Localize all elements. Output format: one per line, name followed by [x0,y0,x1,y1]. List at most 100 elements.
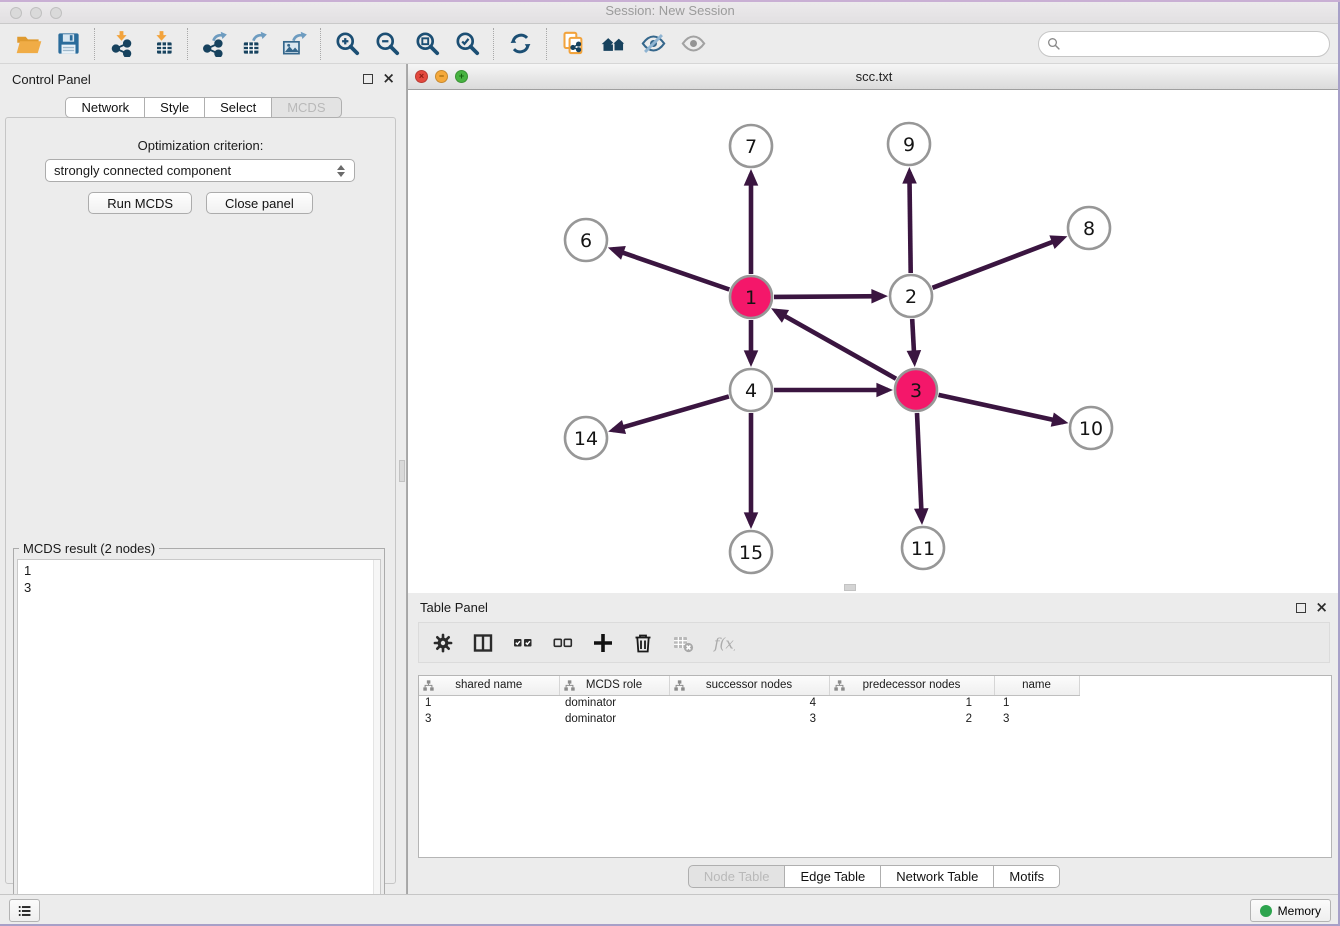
edge-1-6[interactable] [613,249,730,289]
refresh-view-button[interactable] [500,27,540,61]
column-header-shared-name[interactable]: shared name [419,676,559,695]
column-header-MCDS-role[interactable]: MCDS role [559,676,669,695]
graph-node-11[interactable]: 11 [902,527,944,569]
graph-node-2[interactable]: 2 [890,275,932,317]
criterion-dropdown[interactable]: strongly connected component [45,159,355,182]
close-table-panel-icon[interactable]: ⨯ [1315,603,1328,613]
import-table-icon [148,30,175,57]
export-image-button[interactable] [274,27,314,61]
criterion-dropdown-value: strongly connected component [54,163,335,178]
edge-2-3[interactable] [912,319,914,362]
tab-network-table[interactable]: Network Table [881,865,994,888]
table-cell[interactable]: 2 [829,711,994,727]
import-network-button[interactable] [101,27,141,61]
graph-node-1[interactable]: 1 [730,276,772,318]
table-cell[interactable]: 1 [419,695,559,711]
tab-edge-table[interactable]: Edge Table [785,865,881,888]
graph-node-10[interactable]: 10 [1070,407,1112,449]
clone-network-icon [560,30,587,57]
zoom-in-button[interactable] [327,27,367,61]
mcds-result-box[interactable]: 1 3 [17,559,381,925]
memory-button[interactable]: Memory [1250,899,1331,922]
column-type-icon [423,680,434,691]
close-panel-icon[interactable]: ⨯ [382,74,395,84]
panel-splitter[interactable] [400,64,407,894]
delete-columns-button[interactable] [625,626,661,660]
import-table-button[interactable] [141,27,181,61]
network-canvas[interactable]: 7 9 6 8 1 2 4 3 14 10 15 11 [408,90,1340,592]
show-columns-button[interactable] [465,626,501,660]
graph-node-15[interactable]: 15 [730,531,772,573]
export-network-button[interactable] [194,27,234,61]
column-header-predecessor-nodes[interactable]: predecessor nodes [829,676,994,695]
control-panel: Control Panel ⨯ NetworkStyleSelectMCDS O… [0,64,407,894]
table-cell[interactable]: 1 [829,695,994,711]
list-icon [16,902,33,920]
show-all-button[interactable]: > [673,27,713,61]
edge-3-11[interactable] [917,413,922,520]
edge-1-2[interactable] [774,296,883,297]
edge-3-1[interactable] [775,311,896,379]
home-button[interactable] [593,27,633,61]
table-cell[interactable]: dominator [559,695,669,711]
table-cell[interactable]: 1 [994,695,1079,711]
tab-style[interactable]: Style [145,97,205,118]
table-settings-button[interactable] [425,626,461,660]
graph-node-8[interactable]: 8 [1068,207,1110,249]
zoom-fit-icon [414,30,441,57]
hide-selected-button[interactable] [633,27,673,61]
tab-mcds[interactable]: MCDS [272,97,341,118]
search-field[interactable] [1038,31,1330,57]
zoom-selected-button[interactable] [447,27,487,61]
column-header-name[interactable]: name [994,676,1079,695]
table-cell[interactable]: dominator [559,711,669,727]
edge-4-14[interactable] [613,396,729,430]
delete-table-button[interactable] [665,626,701,660]
edge-2-9[interactable] [909,172,910,273]
save-session-button[interactable] [48,27,88,61]
graph-node-7[interactable]: 7 [730,125,772,167]
table-row[interactable]: 3dominator323 [419,711,1079,727]
tab-motifs[interactable]: Motifs [994,865,1060,888]
result-scrollbar[interactable] [373,560,380,924]
table-cell[interactable]: 4 [669,695,829,711]
table-cell[interactable]: 3 [419,711,559,727]
task-history-button[interactable] [9,899,40,922]
float-panel-icon[interactable] [363,74,373,84]
add-column-button[interactable] [585,626,621,660]
edge-2-8[interactable] [933,238,1063,288]
run-mcds-button[interactable]: Run MCDS [88,192,192,214]
edge-3-10[interactable] [939,395,1064,422]
tab-select[interactable]: Select [205,97,272,118]
graph-node-14[interactable]: 14 [565,417,607,459]
zoom-fit-button[interactable] [407,27,447,61]
graph-node-6[interactable]: 6 [565,219,607,261]
select-all-rows-button[interactable] [505,626,541,660]
table-cell[interactable]: 3 [994,711,1079,727]
graph-node-3[interactable]: 3 [895,369,937,411]
table-tabs: Node TableEdge TableNetwork TableMotifs [408,865,1340,888]
export-table-button[interactable] [234,27,274,61]
canvas-resize-grip[interactable] [844,584,856,591]
tab-network[interactable]: Network [65,97,145,118]
table-toolbar: f(x) [418,622,1330,663]
network-titlebar[interactable]: × − + scc.txt [408,64,1340,90]
column-header-successor-nodes[interactable]: successor nodes [669,676,829,695]
toolbar-separator [94,28,95,60]
open-session-button[interactable] [8,27,48,61]
close-panel-button[interactable]: Close panel [206,192,313,214]
splitter-grip[interactable] [399,460,405,482]
table-cell[interactable]: 3 [669,711,829,727]
function-builder-button[interactable]: f(x) [705,626,741,660]
network-graph: 7 9 6 8 1 2 4 3 14 10 15 11 [408,90,1340,592]
graph-node-9[interactable]: 9 [888,123,930,165]
graph-node-4[interactable]: 4 [730,369,772,411]
memory-status-icon [1260,905,1272,917]
table-row[interactable]: 1dominator411 [419,695,1079,711]
tab-node-table[interactable]: Node Table [688,865,786,888]
zoom-out-button[interactable] [367,27,407,61]
deselect-all-rows-button[interactable] [545,626,581,660]
float-table-panel-icon[interactable] [1296,603,1306,613]
search-input[interactable] [1066,36,1321,53]
clone-network-button[interactable] [553,27,593,61]
